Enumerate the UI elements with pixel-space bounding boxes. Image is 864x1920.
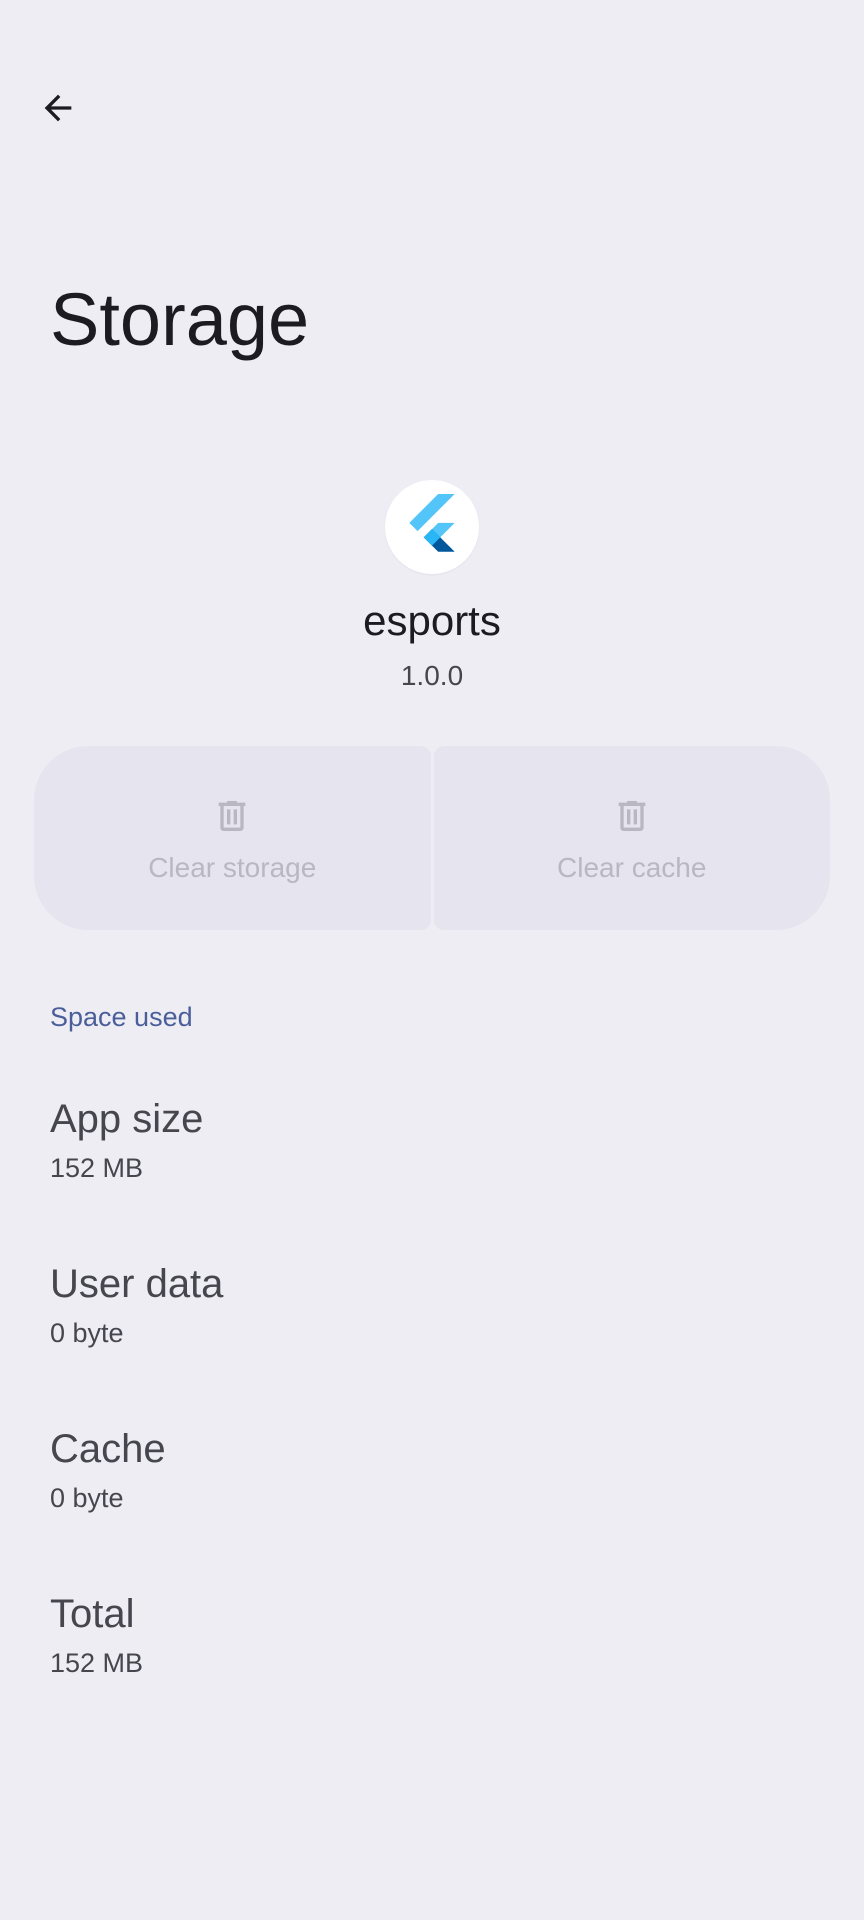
clear-storage-label: Clear storage	[148, 852, 317, 883]
arrow-back-icon	[44, 94, 72, 122]
clear-storage-button[interactable]: Clear storage	[34, 746, 431, 930]
cache-value: 0 byte	[50, 1483, 124, 1513]
user-data-value: 0 byte	[50, 1318, 124, 1348]
back-button[interactable]	[26, 76, 90, 140]
cache-item: Cache 0 byte	[50, 1429, 166, 1512]
app-icon	[385, 480, 479, 574]
trash-icon	[210, 794, 254, 838]
app-header: esports 1.0.0	[0, 480, 864, 690]
clear-cache-label: Clear cache	[557, 852, 707, 883]
app-version: 1.0.0	[400, 660, 464, 691]
app-size-label: App size	[50, 1097, 204, 1141]
total-label: Total	[50, 1592, 135, 1636]
user-data-item: User data 0 byte	[50, 1264, 223, 1347]
user-data-label: User data	[50, 1262, 224, 1306]
storage-actions: Clear storage Clear cache	[34, 746, 830, 930]
clear-cache-button[interactable]: Clear cache	[433, 746, 830, 930]
trash-icon	[610, 794, 654, 838]
app-size-item: App size 152 MB	[50, 1099, 203, 1182]
page-title: Storage	[50, 278, 310, 361]
space-used-header: Space used	[50, 1002, 193, 1032]
total-value: 152 MB	[50, 1648, 144, 1678]
app-name: esports	[363, 597, 501, 644]
total-item: Total 152 MB	[50, 1594, 143, 1677]
flutter-logo-icon	[409, 494, 455, 552]
app-size-value: 152 MB	[50, 1153, 144, 1183]
cache-label: Cache	[50, 1427, 166, 1471]
